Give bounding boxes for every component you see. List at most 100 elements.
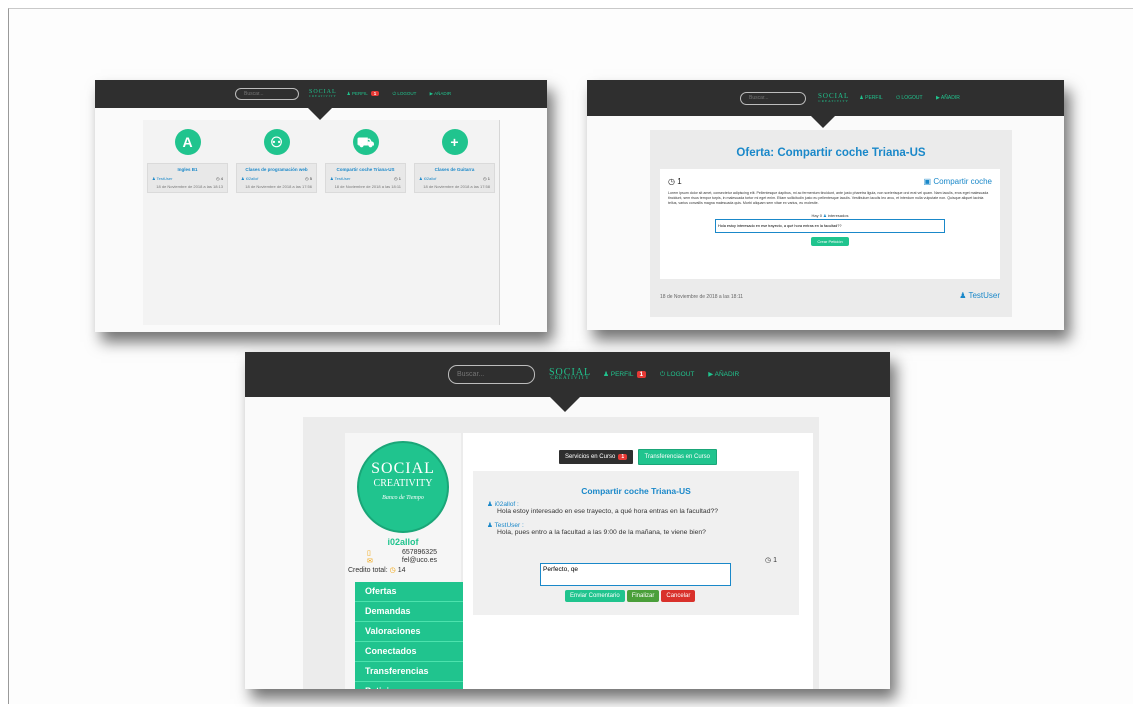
- clock-icon: ◷: [394, 176, 398, 181]
- search-input[interactable]: [448, 365, 535, 384]
- nav-anadir-label: AÑADIR: [714, 371, 740, 378]
- category-label: Compartir coche: [933, 177, 992, 186]
- sidebar-item-peticiones[interactable]: Peticiones: [355, 682, 471, 689]
- message-input[interactable]: [715, 218, 945, 233]
- power-icon: ⏻: [392, 91, 397, 96]
- tag-icon: ▶: [935, 95, 940, 101]
- nav-logout[interactable]: ⏻ LOGOUT: [393, 91, 417, 96]
- card-info: Clases de Guitarra ♟ i02allof ◷ 1 18 de Nov…: [414, 163, 495, 193]
- card-user[interactable]: ♟ TestUser: [152, 176, 172, 181]
- interested-prefix: Hay 0: [811, 212, 822, 218]
- create-request-button[interactable]: Crear Petición: [811, 236, 849, 246]
- card-info: Compartir coche Triana-US ♟ TestUser ◷ 1 18…: [325, 163, 406, 193]
- sidebar-item-valoraciones[interactable]: Valoraciones: [355, 622, 471, 642]
- offer-description: Lorem ipsum dolor sit amet, consectetur …: [668, 191, 989, 206]
- clock-icon: ◷: [765, 557, 772, 564]
- offer-card[interactable]: ⛟ Compartir coche Triana-US ♟ TestUser ◷ 11…: [321, 120, 411, 325]
- message-author[interactable]: ♟ i02allof :: [487, 500, 785, 508]
- card-user[interactable]: ♟ i02allof: [241, 176, 258, 181]
- logo[interactable]: SOCIAL CREATIVITY: [549, 367, 591, 382]
- card-title[interactable]: Ingles B1: [152, 167, 223, 172]
- offer-card[interactable]: A Ingles B1 ♟ TestUser ◷ 4 18 de Noviembre d…: [143, 120, 233, 325]
- user-icon: ♟: [823, 212, 827, 218]
- search-input[interactable]: [740, 91, 806, 105]
- sidebar-item-conectados[interactable]: Conectados: [355, 642, 471, 662]
- interested-line: Hay 0 ♟ interesados: [660, 213, 1000, 218]
- nav-anadir[interactable]: ▶ AÑADIR: [936, 95, 960, 101]
- top-nav: ♟ PERFIL ⏻ LOGOUT ▶ AÑADIR: [859, 95, 972, 101]
- nav-logout-label: LOGOUT: [666, 371, 695, 378]
- nav-perfil[interactable]: ♟ PERFIL: [859, 95, 882, 101]
- top-bar: SOCIAL CREATIVITY ♟ PERFIL1 ⏻ LOGOUT ▶ A…: [245, 352, 890, 397]
- tab-badge: 1: [618, 454, 628, 460]
- logo-line2: CREATIVITY: [818, 98, 849, 103]
- logo[interactable]: SOCIAL CREATIVITY: [818, 93, 849, 103]
- nav-logout-label: LOGOUT: [901, 95, 923, 101]
- card-user[interactable]: ♟ i02allof: [419, 176, 436, 181]
- offer-card[interactable]: + Clases de Guitarra ♟ i02allof ◷ 1 18 de No…: [410, 120, 500, 325]
- nav-perfil[interactable]: ♟ PERFIL 1: [347, 91, 380, 96]
- card-meta: ♟ TestUser ◷ 4: [152, 176, 223, 181]
- nav-anadir[interactable]: ▶ AÑADIR: [708, 371, 739, 378]
- category-link[interactable]: ▣ Compartir coche: [924, 177, 992, 186]
- sidebar-item-transferencias[interactable]: Transferencias: [355, 662, 471, 682]
- card-title[interactable]: Clases de Guitarra: [419, 167, 490, 172]
- sidebar-item-demandas[interactable]: Demandas: [355, 602, 471, 622]
- top-nav: ♟ PERFIL 1 ⏻ LOGOUT ▶ AÑADIR: [347, 91, 463, 97]
- card-user-name: i02allof: [423, 176, 437, 181]
- finish-button[interactable]: Finalizar: [626, 590, 660, 602]
- cancel-button[interactable]: Cancelar: [661, 590, 696, 602]
- plus-icon: +: [441, 129, 468, 155]
- card-meta: ♟ i02allof ◷ 1: [419, 176, 490, 181]
- social-creativity-logo: SOCIAL CREATIVITY Banco de Tiempo: [357, 441, 449, 533]
- user-icon: ♟: [419, 176, 423, 181]
- thread-count-value: 1: [773, 557, 777, 564]
- card-count-value: 5: [309, 176, 312, 181]
- offer-body-card: ◷ 1 ▣ Compartir coche Lorem ipsum dolor …: [660, 169, 1000, 279]
- card-title[interactable]: Compartir coche Triana-US: [330, 167, 401, 172]
- offer-card[interactable]: ⚇ Clases de programación web ♟ i02allof ◷ 5…: [232, 120, 322, 325]
- nav-logout[interactable]: ⏻ LOGOUT: [896, 95, 922, 101]
- top-bar: SOCIAL CREATIVITY ♟ PERFIL1 ⏻ LOGOUT ▶ A…: [95, 80, 547, 108]
- search-input[interactable]: [235, 88, 299, 100]
- user-icon: ♟: [487, 522, 493, 529]
- clock-icon: ◷: [668, 177, 675, 186]
- logo-banco: Banco de Tiempo: [382, 495, 424, 501]
- sidebar-item-ofertas[interactable]: Ofertas: [355, 582, 471, 602]
- card-count-value: 4: [220, 176, 223, 181]
- card-count: ◷ 4: [216, 176, 223, 181]
- card-user[interactable]: ♟ TestUser: [330, 176, 350, 181]
- card-date: 18 de Noviembre de 2018 a las 18:13: [156, 184, 223, 189]
- card-title[interactable]: Clases de programación web: [241, 167, 312, 172]
- thread-box: Compartir coche Triana-US ♟ i02allof : Ho…: [473, 471, 799, 615]
- power-icon: ⏻: [659, 371, 666, 378]
- profile-email: ✉ fel@uco.es: [345, 557, 461, 565]
- comment-input[interactable]: Perfecto, qe: [540, 563, 731, 586]
- user-icon: ♟: [859, 95, 864, 101]
- notification-badge: 1: [636, 371, 647, 378]
- nav-logout[interactable]: ⏻ LOGOUT: [660, 371, 694, 378]
- car-icon: ⛟: [352, 129, 379, 155]
- message-item: ♟ i02allof : Hola estoy interesado en ese…: [487, 500, 785, 515]
- clock-icon: ◷: [305, 176, 309, 181]
- tab-transferencias-en-curso[interactable]: Transferencias en Curso: [637, 449, 718, 465]
- nav-perfil[interactable]: ♟ PERFIL 1: [603, 371, 647, 378]
- book-icon: ▣: [923, 177, 932, 186]
- message-author-name: i02allof :: [494, 501, 519, 508]
- tab-servicios-en-curso[interactable]: Servicios en Curso 1: [558, 450, 634, 464]
- send-comment-button[interactable]: Enviar Comentario: [565, 590, 625, 602]
- tag-icon: ▶: [429, 91, 434, 96]
- nav-perfil-label: PERFIL: [610, 371, 634, 378]
- content-area: SOCIAL CREATIVITY Banco de Tiempo i02all…: [303, 417, 819, 689]
- logo[interactable]: SOCIAL CREATIVITY: [309, 89, 337, 98]
- nav-anadir[interactable]: ▶ AÑADIR: [430, 91, 452, 96]
- offer-panel: Oferta: Compartir coche Triana-US ◷ 1 ▣ …: [650, 130, 1012, 317]
- user-icon: ♟: [330, 176, 334, 181]
- offer-author-name: TestUser: [968, 291, 1000, 300]
- nav-perfil-label: PERFIL: [865, 95, 883, 101]
- message-author[interactable]: ♟ TestUser :: [487, 521, 785, 529]
- user-icon: ♟: [152, 176, 156, 181]
- card-meta: ♟ i02allof ◷ 5: [241, 176, 312, 181]
- offer-author[interactable]: ♟ TestUser: [959, 291, 1000, 300]
- profile-phone: ▯ 657896325: [345, 547, 461, 557]
